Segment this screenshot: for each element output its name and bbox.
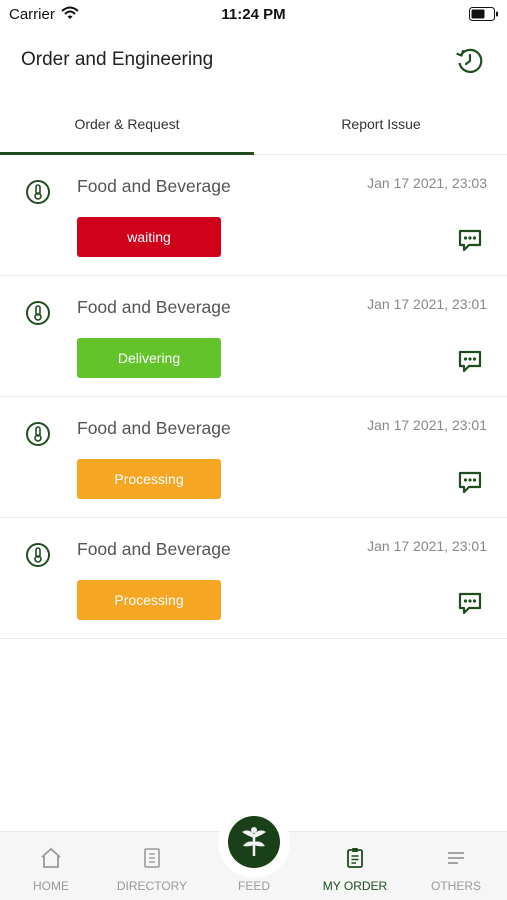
nav-label: OTHERS — [430, 879, 481, 893]
nav-directory[interactable]: DIRECTORY — [102, 832, 202, 900]
nav-home[interactable]: HOME — [1, 832, 101, 900]
order-list: Food and Beverage Jan 17 2021, 23:03 wai… — [0, 155, 507, 639]
chat-icon[interactable] — [457, 469, 483, 500]
nav-others[interactable]: OTHERS — [406, 832, 506, 900]
home-icon — [39, 846, 63, 875]
thermometer-icon — [25, 542, 51, 573]
order-title: Food and Beverage — [77, 418, 231, 438]
status-badge: Delivering — [77, 338, 221, 378]
nav-label: MY ORDER — [322, 879, 388, 893]
order-datetime: Jan 17 2021, 23:03 — [367, 175, 487, 191]
history-button[interactable] — [455, 46, 485, 76]
thermometer-icon — [25, 300, 51, 331]
nav-my-order[interactable]: MY ORDER — [305, 832, 405, 900]
chat-icon[interactable] — [457, 590, 483, 621]
app-header: Order and Engineering — [0, 30, 507, 90]
directory-icon — [141, 846, 163, 875]
tab-bar: Order & Request Report Issue — [0, 100, 507, 155]
order-title: Food and Beverage — [77, 297, 231, 317]
order-item[interactable]: Food and Beverage Jan 17 2021, 23:01 Del… — [0, 276, 507, 397]
nav-label: DIRECTORY — [116, 879, 188, 893]
nav-label: FEED — [237, 879, 270, 893]
tab-label: Report Issue — [341, 116, 421, 132]
order-item[interactable]: Food and Beverage Jan 17 2021, 23:01 Pro… — [0, 397, 507, 518]
status-badge: waiting — [77, 217, 221, 257]
order-title: Food and Beverage — [77, 176, 231, 196]
status-bar: Carrier 11:24 PM — [0, 0, 507, 30]
nav-label: HOME — [33, 879, 69, 893]
order-item[interactable]: Food and Beverage Jan 17 2021, 23:03 wai… — [0, 155, 507, 276]
tab-report-issue[interactable]: Report Issue — [254, 100, 507, 152]
history-clock-icon — [456, 48, 483, 73]
battery-icon — [469, 7, 499, 26]
page-title: Order and Engineering — [21, 49, 214, 70]
order-item[interactable]: Food and Beverage Jan 17 2021, 23:01 Pro… — [0, 518, 507, 639]
thermometer-icon — [25, 179, 51, 210]
order-datetime: Jan 17 2021, 23:01 — [367, 538, 487, 554]
clipboard-icon — [344, 846, 366, 875]
nav-feed[interactable]: FEED — [204, 806, 304, 900]
order-title: Food and Beverage — [77, 539, 231, 559]
tab-label: Order & Request — [74, 116, 180, 132]
menu-lines-icon — [445, 846, 467, 875]
status-badge: Processing — [77, 459, 221, 499]
feed-logo-icon[interactable] — [228, 816, 280, 868]
thermometer-icon — [25, 421, 51, 452]
tab-order-request[interactable]: Order & Request — [0, 100, 254, 152]
chat-icon[interactable] — [457, 348, 483, 379]
chat-icon[interactable] — [457, 227, 483, 258]
status-badge: Processing — [77, 580, 221, 620]
feed-button-ring — [218, 806, 290, 878]
order-datetime: Jan 17 2021, 23:01 — [367, 296, 487, 312]
clock: 11:24 PM — [221, 6, 286, 23]
order-datetime: Jan 17 2021, 23:01 — [367, 417, 487, 433]
bottom-nav: HOME DIRECTORY FEED MY ORDER OTHERS — [0, 806, 507, 900]
